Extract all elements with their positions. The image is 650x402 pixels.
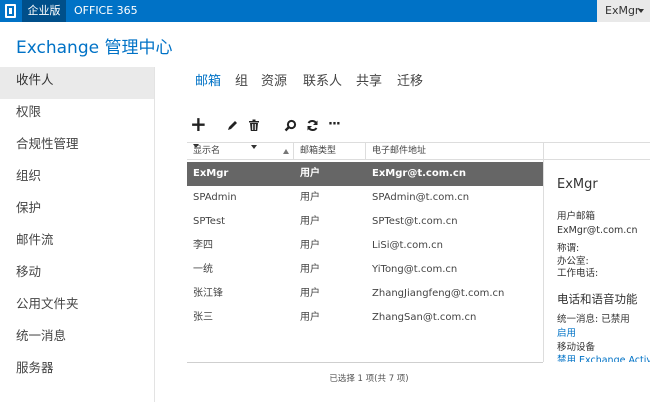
details-email: ExMgr@t.com.cn bbox=[557, 225, 638, 236]
cell-email: ZhangSan@t.com.cn bbox=[372, 312, 477, 323]
table-row[interactable]: 张江锋 用户 ZhangJiangfeng@t.com.cn bbox=[187, 282, 543, 306]
nav-item-servers[interactable]: 服务器 bbox=[0, 355, 154, 387]
add-icon: + bbox=[190, 112, 207, 136]
delete-icon bbox=[249, 119, 259, 131]
column-header-mailbox-type[interactable]: 邮箱类型 bbox=[294, 143, 366, 160]
table-row[interactable]: SPAdmin 用户 SPAdmin@t.com.cn bbox=[187, 186, 543, 210]
nav-item-recipients[interactable]: 收件人 bbox=[0, 67, 154, 99]
table-row[interactable]: SPTest 用户 SPTest@t.com.cn bbox=[187, 210, 543, 234]
cell-display-name: 张三 bbox=[193, 312, 213, 323]
mailbox-table: 显示名 邮箱类型 电子邮件地址 ExMgr 用户 ExMgr@t.com.cn … bbox=[187, 142, 543, 362]
table-row[interactable]: ExMgr 用户 ExMgr@t.com.cn bbox=[187, 162, 543, 186]
top-bar: 企业版 OFFICE 365 ExMgr bbox=[0, 0, 650, 22]
tab-migration[interactable]: 迁移 bbox=[397, 70, 423, 89]
column-header-display-name[interactable]: 显示名 bbox=[187, 143, 294, 160]
tab-groups[interactable]: 组 bbox=[235, 70, 248, 89]
details-mailbox-type: 用户邮箱 bbox=[557, 211, 596, 222]
details-phone: 工作电话: bbox=[557, 268, 599, 279]
cell-display-name: ExMgr bbox=[193, 168, 229, 179]
details-section-voice: 电话和语音功能 bbox=[557, 292, 638, 306]
table-footer-divider bbox=[187, 362, 543, 363]
table-row[interactable]: 一统 用户 YiTong@t.com.cn bbox=[187, 258, 543, 282]
sort-ascending-icon bbox=[283, 149, 289, 154]
table-row[interactable]: 李四 用户 LiSi@t.com.cn bbox=[187, 234, 543, 258]
details-pane: ExMgr 用户邮箱 ExMgr@t.com.cn 称谓: 办公室: 工作电话:… bbox=[543, 142, 650, 362]
details-um-status: 统一消息: 已禁用 bbox=[557, 314, 630, 325]
cell-mailbox-type: 用户 bbox=[300, 240, 320, 251]
nav-item-public-folders[interactable]: 公用文件夹 bbox=[0, 291, 154, 323]
nav-item-protection[interactable]: 保护 bbox=[0, 195, 154, 227]
office-logo-icon[interactable] bbox=[0, 0, 22, 22]
cell-display-name: 李四 bbox=[193, 240, 213, 251]
tab-enterprise[interactable]: 企业版 bbox=[22, 0, 66, 22]
details-header bbox=[544, 142, 650, 160]
tab-contacts[interactable]: 联系人 bbox=[303, 70, 342, 89]
search-icon bbox=[284, 119, 297, 132]
refresh-icon bbox=[307, 120, 318, 131]
details-mobile-label: 移动设备 bbox=[557, 342, 596, 353]
details-name: ExMgr bbox=[557, 177, 598, 192]
cell-email: SPTest@t.com.cn bbox=[372, 216, 458, 227]
enable-um-link[interactable]: 启用 bbox=[557, 325, 576, 339]
cell-display-name: 一统 bbox=[193, 264, 213, 275]
nav-item-mobile[interactable]: 移动 bbox=[0, 259, 154, 291]
edit-icon bbox=[228, 121, 237, 130]
search-button[interactable] bbox=[284, 116, 297, 134]
cell-mailbox-type: 用户 bbox=[300, 192, 320, 203]
app-title: Exchange 管理中心 bbox=[16, 38, 173, 58]
details-title: 称谓: bbox=[557, 243, 580, 254]
nav-item-mail-flow[interactable]: 邮件流 bbox=[0, 227, 154, 259]
cell-mailbox-type: 用户 bbox=[300, 288, 320, 299]
cell-email: LiSi@t.com.cn bbox=[372, 240, 443, 251]
cell-mailbox-type: 用户 bbox=[300, 216, 320, 227]
cell-display-name: 张江锋 bbox=[193, 288, 223, 299]
cell-email: ZhangJiangfeng@t.com.cn bbox=[372, 288, 505, 299]
delete-button[interactable] bbox=[248, 116, 260, 149]
tab-resources[interactable]: 资源 bbox=[261, 70, 287, 89]
cell-email: ExMgr@t.com.cn bbox=[372, 168, 466, 179]
user-name: ExMgr bbox=[605, 4, 640, 17]
cell-display-name: SPAdmin bbox=[193, 192, 237, 203]
more-icon[interactable]: ··· bbox=[328, 116, 341, 134]
nav-item-unified-messaging[interactable]: 统一消息 bbox=[0, 323, 154, 355]
nav-item-organization[interactable]: 组织 bbox=[0, 163, 154, 195]
cell-mailbox-type: 用户 bbox=[300, 312, 320, 323]
cell-mailbox-type: 用户 bbox=[300, 264, 320, 275]
chevron-down-icon bbox=[638, 9, 644, 13]
left-nav: 收件人 权限 合规性管理 组织 保护 邮件流 移动 公用文件夹 统一消息 服务器 bbox=[0, 67, 155, 402]
cell-mailbox-type: 用户 bbox=[300, 168, 320, 179]
refresh-button[interactable] bbox=[306, 116, 319, 134]
column-label: 显示名 bbox=[193, 146, 221, 156]
column-header-email[interactable]: 电子邮件地址 bbox=[366, 143, 543, 160]
table-header: 显示名 邮箱类型 电子邮件地址 bbox=[187, 142, 543, 160]
add-button[interactable]: + bbox=[190, 114, 207, 148]
tab-shared[interactable]: 共享 bbox=[356, 70, 382, 89]
nav-item-permissions[interactable]: 权限 bbox=[0, 99, 154, 131]
cell-email: SPAdmin@t.com.cn bbox=[372, 192, 470, 203]
tab-mailboxes[interactable]: 邮箱 bbox=[195, 70, 221, 89]
table-row[interactable]: 张三 用户 ZhangSan@t.com.cn bbox=[187, 306, 543, 330]
cell-email: YiTong@t.com.cn bbox=[372, 264, 458, 275]
tab-office365[interactable]: OFFICE 365 bbox=[74, 0, 138, 22]
nav-item-compliance[interactable]: 合规性管理 bbox=[0, 131, 154, 163]
cell-display-name: SPTest bbox=[193, 216, 226, 227]
selection-status: 已选择 1 项(共 7 项) bbox=[329, 374, 409, 384]
edit-button[interactable] bbox=[226, 116, 239, 134]
disable-eas-link[interactable]: 禁用 Exchange ActiveSync bbox=[557, 352, 650, 362]
user-menu[interactable]: ExMgr bbox=[597, 0, 650, 22]
